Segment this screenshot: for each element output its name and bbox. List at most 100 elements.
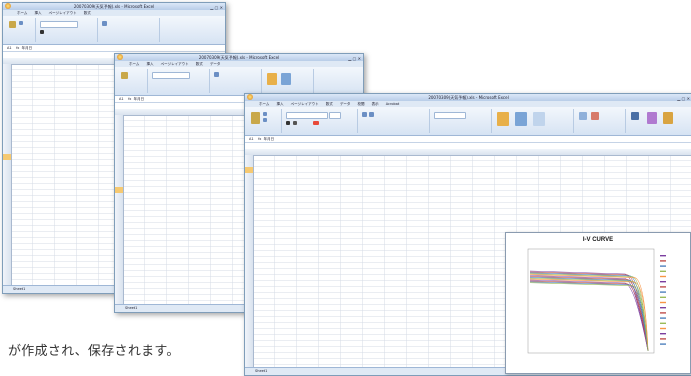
legend-swatch [660,317,666,319]
tab-insert[interactable]: 挿入 [277,102,284,106]
cut-icon[interactable] [263,112,267,116]
tab-home[interactable]: ホーム [259,102,269,106]
font-group [37,18,98,42]
row-headers[interactable] [115,115,124,305]
legend-swatch [660,333,666,335]
selected-row-header[interactable] [3,154,11,160]
bold-icon[interactable] [286,121,290,125]
legend-swatch [660,301,666,304]
styles-group [263,69,314,93]
window-title: 20070309(天気予報).xls - Microsoft Excel [198,55,280,60]
office-button-icon[interactable] [5,3,11,9]
legend-swatch [660,260,666,262]
legend-swatch [660,343,666,345]
window-controls-icon[interactable]: ▁ ▢ ✕ [210,4,223,10]
window-title-bar: 20070309(天気予報).xls - Microsoft Excel ▁ ▢… [3,3,225,10]
column-headers[interactable] [245,149,691,156]
iv-curve-chart[interactable]: I-V CURVE [505,232,691,374]
window-title: 20070309(天気予報).xls - Microsoft Excel [428,95,509,100]
cells-group [575,109,626,133]
window-controls-icon[interactable]: ▁ ▢ ✕ [348,55,361,61]
font-name-select[interactable] [152,72,190,79]
name-box[interactable]: A1 [249,137,254,141]
tab-insert[interactable]: 挿入 [35,11,42,15]
office-button-icon[interactable] [117,54,123,60]
sum-icon[interactable] [631,112,639,120]
font-name-select[interactable] [286,112,328,119]
conditional-format-icon[interactable] [497,112,509,126]
tab-page-layout[interactable]: ページレイアウト [161,62,189,66]
tab-formulas[interactable]: 数式 [326,102,333,106]
clipboard-group [5,18,36,42]
sheet-tab[interactable]: Sheet1 [13,287,25,291]
office-button-icon[interactable] [247,94,253,100]
paste-icon[interactable] [121,72,128,79]
window-title: 20070309(天気予報).xls - Microsoft Excel [73,4,155,9]
formula-bar[interactable]: A1 fx 年月日 [245,136,691,143]
tab-page-layout[interactable]: ページレイアウト [49,11,77,15]
cut-icon[interactable] [19,21,23,25]
formula-value[interactable]: 年月日 [134,97,145,101]
align-left-icon[interactable] [102,21,107,26]
legend-swatch [660,322,666,324]
clipboard-group [117,69,148,93]
copy-icon[interactable] [263,118,267,122]
formula-value[interactable]: 年月日 [264,137,275,141]
paste-icon[interactable] [9,21,16,28]
tab-acrobat[interactable]: Acrobat [386,102,400,106]
tab-page-layout[interactable]: ページレイアウト [291,102,319,106]
tab-data[interactable]: データ [210,62,221,66]
legend-swatch [660,255,666,257]
legend-swatch [660,286,666,288]
row-headers[interactable] [3,64,12,286]
alignment-group [99,18,160,42]
sort-filter-icon[interactable] [647,112,657,124]
tab-review[interactable]: 校閲 [357,102,364,106]
format-table-icon[interactable] [281,73,291,85]
find-select-icon[interactable] [663,112,673,124]
formula-bar[interactable]: A1 fx 年月日 [3,45,225,52]
name-box[interactable]: A1 [7,46,12,50]
row-headers[interactable] [245,155,254,368]
paste-icon[interactable] [251,112,260,124]
font-color-icon[interactable] [313,121,319,125]
align-left-icon[interactable] [362,112,367,117]
legend-swatch [660,312,666,314]
window-controls-icon[interactable]: ▁ ▢ ✕ [677,95,690,101]
font-group [149,69,210,93]
tab-insert[interactable]: 挿入 [147,62,154,66]
selected-row-header[interactable] [245,167,253,173]
align-center-icon[interactable] [369,112,374,117]
selected-row-header[interactable] [115,187,123,193]
tab-formulas[interactable]: 数式 [84,11,91,15]
window-title-bar: 20070309(天気予報).xls - Microsoft Excel ▁ ▢… [115,54,363,61]
delete-cells-icon[interactable] [591,112,599,120]
number-format-select[interactable] [434,112,466,119]
cell-styles-icon[interactable] [533,112,545,126]
name-box[interactable]: A1 [119,97,124,101]
align-left-icon[interactable] [214,72,219,77]
insert-cells-icon[interactable] [579,112,587,120]
format-table-icon[interactable] [515,112,527,126]
legend-swatch [660,338,666,340]
alignment-group [211,69,262,93]
sheet-tab[interactable]: Sheet1 [255,369,267,373]
legend-swatch [660,327,666,330]
clipboard-group [247,109,282,133]
tab-home[interactable]: ホーム [129,62,139,66]
legend-swatch [660,281,666,283]
tab-home[interactable]: ホーム [17,11,27,15]
bold-icon[interactable] [40,30,44,34]
italic-icon[interactable] [293,121,297,125]
tab-data[interactable]: データ [340,102,351,106]
legend-swatch [660,265,666,267]
font-size-select[interactable] [329,112,341,119]
tab-view[interactable]: 表示 [372,102,379,106]
tab-formulas[interactable]: 数式 [196,62,203,66]
sheet-tab[interactable]: Sheet1 [125,306,137,310]
conditional-format-icon[interactable] [267,73,277,85]
legend-swatch [660,296,666,298]
formula-value[interactable]: 年月日 [22,46,33,50]
ribbon [245,107,691,136]
font-name-select[interactable] [40,21,78,28]
